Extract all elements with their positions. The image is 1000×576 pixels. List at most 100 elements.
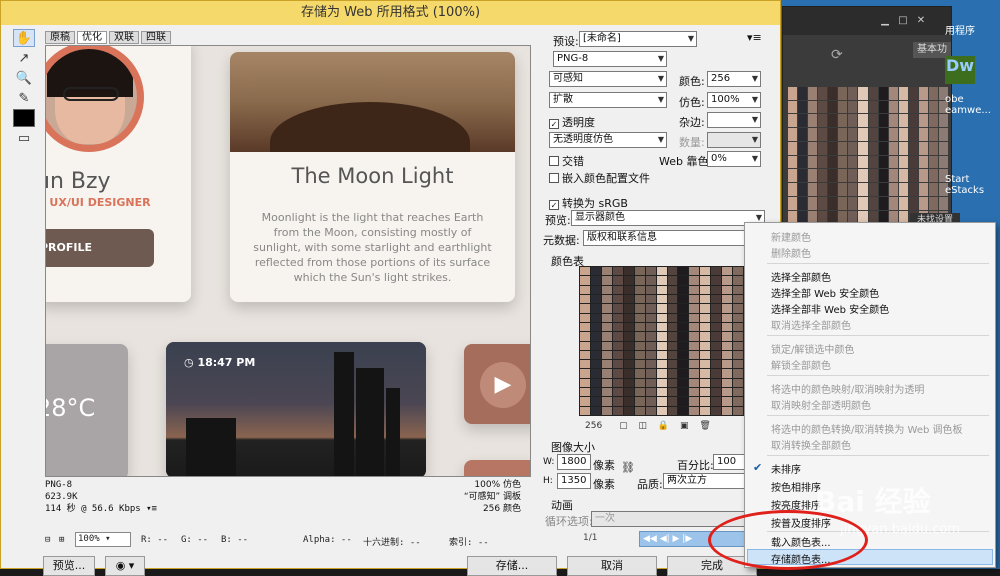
palette-swatch[interactable] [601, 322, 612, 332]
menu-item-new-color[interactable]: 新建颜色 [771, 229, 811, 244]
menu-item-unmap-transparent[interactable]: 取消映射全部透明颜色 [771, 397, 871, 412]
palette-swatch[interactable] [612, 397, 623, 406]
palette-swatch[interactable] [623, 350, 634, 360]
palette-swatch[interactable] [634, 322, 645, 332]
slice-select-icon[interactable]: ↗ [13, 49, 35, 67]
menu-item-unshift-all[interactable]: 取消转换全部颜色 [771, 437, 851, 452]
menu-item-deselect-all[interactable]: 取消选择全部颜色 [771, 317, 851, 332]
palette-swatch[interactable] [601, 369, 612, 378]
palette-swatch[interactable] [623, 369, 634, 378]
transparency-dither-select[interactable]: 无透明度仿色 ▼ [549, 132, 667, 148]
palette-swatch[interactable] [645, 341, 656, 350]
palette-swatch[interactable] [623, 276, 634, 285]
desktop-icon-label[interactable]: Start eStacks [945, 174, 1000, 196]
palette-swatch[interactable] [601, 397, 612, 406]
palette-swatch[interactable] [656, 294, 667, 304]
palette-swatch[interactable] [612, 276, 623, 285]
palette-swatch[interactable] [711, 285, 722, 294]
palette-swatch[interactable] [590, 406, 601, 415]
palette-swatch[interactable] [667, 341, 678, 350]
palette-swatch[interactable] [656, 360, 667, 369]
palette-swatch[interactable] [722, 350, 733, 360]
palette-swatch[interactable] [590, 322, 601, 332]
menu-item-delete-color[interactable]: 删除颜色 [771, 245, 811, 260]
palette-swatch[interactable] [634, 285, 645, 294]
palette-swatch[interactable] [634, 369, 645, 378]
palette-swatch[interactable] [678, 294, 689, 304]
maximize-icon[interactable]: □ [896, 15, 910, 27]
palette-swatch[interactable] [601, 388, 612, 397]
palette-swatch[interactable] [678, 332, 689, 341]
palette-swatch[interactable] [678, 267, 689, 276]
minimize-icon[interactable]: ▁ [878, 15, 892, 27]
palette-swatch[interactable] [580, 332, 590, 341]
palette-swatch[interactable] [656, 276, 667, 285]
palette-swatch[interactable] [634, 397, 645, 406]
dither-algo-select[interactable]: 扩散 ▼ [549, 92, 667, 108]
palette-swatch[interactable] [645, 406, 656, 415]
zoom-select[interactable]: 100% ▾ [75, 532, 131, 547]
palette-swatch[interactable] [678, 350, 689, 360]
palette-swatch[interactable] [645, 304, 656, 313]
palette-swatch[interactable] [678, 388, 689, 397]
palette-swatch[interactable] [722, 369, 733, 378]
palette-swatch[interactable] [634, 332, 645, 341]
palette-swatch[interactable] [612, 378, 623, 388]
quality-select[interactable]: 两次立方 [663, 473, 749, 489]
palette-swatch[interactable] [590, 304, 601, 313]
palette-swatch[interactable] [645, 332, 656, 341]
palette-swatch[interactable] [634, 360, 645, 369]
tab-optimized[interactable]: 优化 [77, 31, 107, 44]
palette-swatch[interactable] [711, 397, 722, 406]
palette-swatch[interactable] [733, 276, 744, 285]
palette-swatch[interactable] [722, 332, 733, 341]
palette-swatch[interactable] [711, 294, 722, 304]
palette-swatch[interactable] [580, 313, 590, 322]
palette-swatch[interactable] [700, 406, 711, 415]
palette-swatch[interactable] [667, 360, 678, 369]
palette-swatch[interactable] [733, 406, 744, 415]
palette-swatch[interactable] [590, 294, 601, 304]
palette-swatch[interactable] [590, 267, 601, 276]
palette-swatch[interactable] [645, 313, 656, 322]
palette-swatch[interactable] [700, 397, 711, 406]
interlaced-checkbox[interactable]: 交错 [549, 153, 584, 169]
palette-swatch[interactable] [580, 341, 590, 350]
palette-swatch[interactable] [656, 322, 667, 332]
palette-swatch[interactable] [733, 294, 744, 304]
palette-swatch[interactable] [711, 388, 722, 397]
palette-swatch[interactable] [733, 332, 744, 341]
palette-swatch[interactable] [733, 285, 744, 294]
palette-swatch[interactable] [634, 406, 645, 415]
palette-swatch[interactable] [667, 350, 678, 360]
palette-swatch[interactable] [711, 378, 722, 388]
palette-swatch[interactable] [689, 397, 700, 406]
palette-swatch[interactable] [580, 397, 590, 406]
palette-swatch[interactable] [623, 341, 634, 350]
palette-swatch[interactable] [689, 322, 700, 332]
palette-swatch[interactable] [689, 276, 700, 285]
palette-swatch[interactable] [700, 322, 711, 332]
zoom-in-icon[interactable]: ⊞ [59, 535, 64, 545]
palette-swatch[interactable] [580, 406, 590, 415]
palette-swatch[interactable] [656, 267, 667, 276]
palette-swatch[interactable] [612, 294, 623, 304]
desktop-icon-label[interactable]: obe eamwe... [945, 94, 1000, 116]
eyedropper-icon[interactable]: ✎ [13, 89, 35, 107]
convert-srgb-checkbox[interactable]: ✓ 转换为 sRGB [549, 195, 628, 211]
palette-swatch[interactable] [689, 332, 700, 341]
preview-select[interactable]: 显示器颜色 ▼ [571, 210, 765, 226]
palette-swatch[interactable] [667, 397, 678, 406]
palette-swatch[interactable] [733, 322, 744, 332]
palette-swatch[interactable] [733, 360, 744, 369]
palette-swatch[interactable] [667, 369, 678, 378]
palette-swatch[interactable] [623, 267, 634, 276]
menu-item-map-transparent[interactable]: 将选中的颜色映射/取消映射为透明 [771, 381, 924, 396]
palette-swatch[interactable] [733, 341, 744, 350]
eyedropper-color-swatch[interactable] [13, 109, 35, 127]
web-snap-field[interactable]: 0% ▼ [707, 151, 761, 167]
palette-swatch[interactable] [733, 267, 744, 276]
palette-swatch[interactable] [700, 313, 711, 322]
palette-swatch[interactable] [634, 294, 645, 304]
palette-swatch[interactable] [678, 341, 689, 350]
